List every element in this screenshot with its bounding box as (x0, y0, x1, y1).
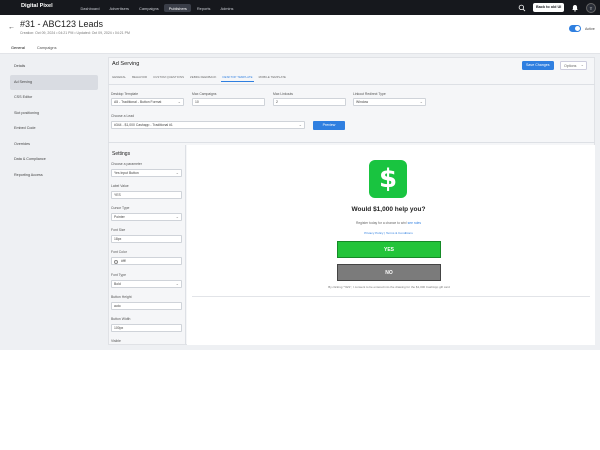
subtab-behavior[interactable]: BEHAVIOR (131, 75, 148, 82)
main-nav: Dashboard Advertisers Campaigns Publishe… (76, 4, 239, 12)
nav-item-admins[interactable]: Admins (216, 4, 238, 12)
active-toggle[interactable] (569, 25, 581, 32)
color-swatch-icon[interactable] (114, 259, 118, 264)
font-size-value: 18px (114, 237, 122, 241)
nav-item-campaigns[interactable]: Campaigns (135, 4, 164, 12)
button-height-label: Button Height (111, 295, 132, 299)
subtab-zebra-feedback[interactable]: ZEBRA FEEDBACK (189, 75, 217, 82)
save-changes-button[interactable]: Save Changes (522, 61, 554, 70)
preview-policy-links[interactable]: Privacy Policy | Terms & Conditions (320, 231, 457, 235)
sidebar-item-embed-code[interactable]: Embed Code (10, 121, 98, 137)
parameter-select[interactable]: Yes Input Button (111, 169, 182, 177)
desktop-template-select[interactable]: A5 - Traditional - Button Format (111, 98, 184, 106)
parameter-label: Choose a parameter (111, 162, 142, 166)
bell-icon[interactable] (571, 4, 579, 12)
sidebar-item-ad-serving[interactable]: Ad Serving (10, 74, 98, 90)
panel-title: Ad Serving (112, 61, 140, 67)
nav-item-dashboard[interactable]: Dashboard (76, 4, 104, 12)
preview-yes-button[interactable]: YES (337, 241, 441, 258)
active-label: Active (585, 26, 595, 31)
max-campaigns-label: Max Campaigns (192, 92, 217, 96)
sidebar-item-reporting-access[interactable]: Reporting Access (10, 168, 98, 184)
choose-lead-value: #344 - $1,000 Cashapp - Traditional #1 (114, 123, 173, 127)
max-campaigns-input[interactable]: 10 (192, 98, 265, 106)
max-linkouts-input[interactable]: 2 (273, 98, 346, 106)
options-dropdown[interactable]: Options (560, 61, 587, 70)
choose-lead-select[interactable]: #344 - $1,000 Cashapp - Traditional #1 (111, 121, 305, 129)
font-color-value: #fff (121, 259, 126, 263)
label-value-label: Label Value (111, 184, 129, 188)
font-type-value: Bold (114, 282, 121, 286)
back-to-old-ui-button[interactable]: Back to old UI (533, 3, 565, 12)
cursor-type-label: Cursor Type (111, 206, 130, 210)
choose-lead-label: Choose a Lead (111, 114, 134, 118)
page-meta: Creation: Oct 09, 2024 • 04:21 PM • Upda… (20, 31, 130, 35)
settings-title: Settings (112, 151, 131, 157)
button-width-label: Button Width (111, 317, 131, 321)
sidebar-item-slot-positioning[interactable]: Slot positioning (10, 106, 98, 122)
font-type-label: Font Type (111, 273, 127, 277)
brand-logo[interactable]: Digital Pixel (21, 3, 53, 9)
linkout-redirect-value: Window (356, 100, 369, 104)
preview-disclaimer: By clicking "YES", I consent to be enter… (328, 285, 450, 289)
cashapp-dollar-icon: $ (378, 164, 398, 194)
search-icon[interactable] (518, 4, 526, 12)
preview-divider (192, 296, 590, 297)
font-type-select[interactable]: Bold (111, 280, 182, 288)
sidebar-item-details[interactable]: Details (10, 59, 98, 75)
desktop-template-value: A5 - Traditional - Button Format (114, 100, 162, 104)
preview-subtext-text: Register today for a chance to win! (355, 221, 407, 225)
max-campaigns-value: 10 (195, 100, 199, 104)
font-color-label: Font Color (111, 250, 127, 254)
cursor-type-select[interactable]: Pointer (111, 213, 182, 221)
subtabs-divider (108, 83, 595, 84)
nav-item-reports[interactable]: Reports (192, 4, 215, 12)
button-width-value: 100px (114, 326, 124, 330)
desktop-template-label: Desktop Template (111, 92, 139, 96)
linkout-redirect-select[interactable]: Window (353, 98, 426, 106)
cursor-type-value: Pointer (114, 215, 125, 219)
parameter-value: Yes Input Button (114, 171, 139, 175)
sidebar-item-overrides[interactable]: Overrides (10, 137, 98, 153)
nav-item-advertisers[interactable]: Advertisers (105, 4, 133, 12)
section-divider (108, 142, 595, 143)
font-size-label: Font Size (111, 228, 126, 232)
subtab-general[interactable]: GENERAL (111, 75, 127, 82)
back-arrow-icon[interactable]: ← (8, 24, 15, 31)
subtabs: GENERAL BEHAVIOR CUSTOM QUESTIONS ZEBRA … (111, 75, 291, 82)
preview-button[interactable]: Preview (313, 121, 345, 130)
preview-no-button[interactable]: NO (337, 264, 441, 281)
button-height-value: auto (114, 304, 121, 308)
linkout-redirect-label: Linkout Redirect Type (353, 92, 386, 96)
label-value-input[interactable]: YES (111, 191, 182, 199)
preview-subtext: Register today for a chance to win! see … (300, 221, 477, 225)
page-title: #31 - ABC123 Leads (20, 19, 104, 29)
sidebar: Details Ad Serving CSS Editor Slot posit… (10, 59, 98, 183)
button-width-input[interactable]: 100px (111, 324, 182, 332)
options-label: Options (564, 64, 577, 68)
font-color-input[interactable]: #fff (111, 257, 182, 265)
top-navbar: Digital Pixel Dashboard Advertisers Camp… (0, 0, 600, 15)
subtab-custom-questions[interactable]: CUSTOM QUESTIONS (152, 75, 185, 82)
nav-item-publishers[interactable]: Publishers (164, 4, 192, 12)
label-value-value: YES (114, 193, 121, 197)
sidebar-item-data-compliance[interactable]: Data & Compliance (10, 152, 98, 168)
subtab-mobile-template[interactable]: MOBILE TEMPLATE (258, 75, 287, 82)
see-rules-link[interactable]: see rules (408, 221, 421, 225)
avatar[interactable]: T (586, 2, 596, 13)
subtab-desktop-template[interactable]: DESKTOP TEMPLATE (221, 75, 254, 82)
max-linkouts-value: 2 (276, 100, 278, 104)
max-linkouts-label: Max Linkouts (273, 92, 293, 96)
sidebar-item-css-editor[interactable]: CSS Editor (10, 90, 98, 106)
button-height-input[interactable]: auto (111, 302, 182, 310)
visible-label: Visible (111, 339, 121, 343)
preview-question: Would $1,000 help you? (351, 206, 426, 213)
font-size-input[interactable]: 18px (111, 235, 182, 243)
